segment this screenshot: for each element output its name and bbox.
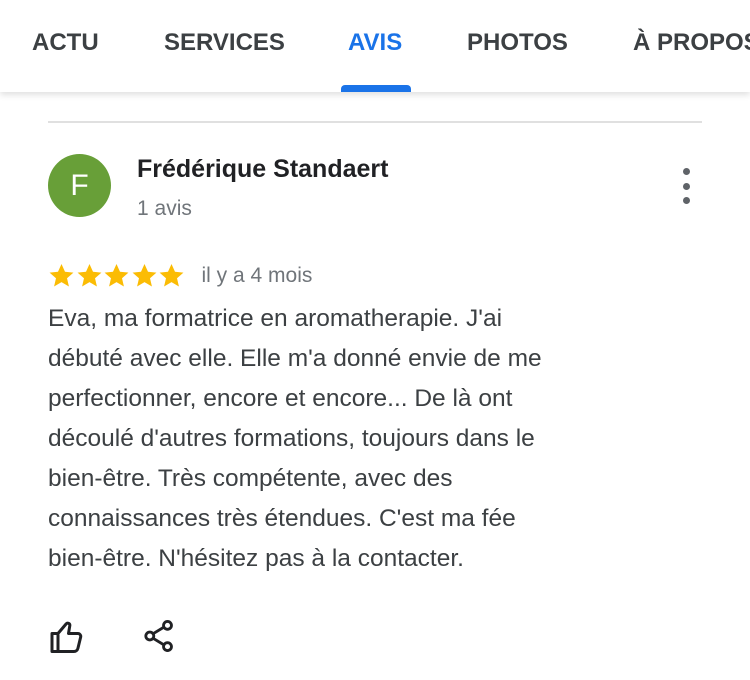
tab-avis[interactable]: AVIS — [348, 29, 402, 57]
star-icon — [132, 264, 156, 287]
tab-actu[interactable]: ACTU — [32, 29, 99, 57]
review-text-line: perfectionner, encore et encore... De là… — [48, 385, 513, 412]
review-text-line: bien-être. Très compétente, avec des — [48, 465, 453, 492]
star-icon — [104, 264, 129, 287]
star-icon — [49, 264, 74, 287]
tab-bar: ACTU SERVICES AVIS PHOTOS À PROPOS — [0, 0, 750, 92]
tab-photos[interactable]: PHOTOS — [467, 29, 568, 57]
more-vert-icon-dot — [682, 182, 690, 190]
page: ACTU SERVICES AVIS PHOTOS À PROPOS F Fré… — [0, 0, 750, 680]
review-text-line: découlé d'autres formations, toujours da… — [48, 425, 535, 452]
review-text-line: bien-être. N'hésitez pas à la contacter. — [48, 545, 464, 572]
author-review-count: 1 avis — [137, 197, 192, 220]
star-icon — [159, 264, 184, 287]
review-date: il y a 4 mois — [201, 263, 313, 287]
share-icon — [144, 619, 173, 653]
more-vert-icon — [682, 168, 690, 175]
review-text-line: connaissances très étendues. C'est ma fé… — [48, 505, 516, 532]
review-text-line: débuté avec elle. Elle m'a donné envie d… — [48, 345, 542, 372]
active-tab-indicator — [341, 85, 411, 92]
tab-a-propos[interactable]: À PROPOS — [633, 29, 750, 57]
thumb-up-icon — [50, 621, 83, 653]
rating-row: il y a 4 mois — [48, 262, 312, 289]
review-text-line: Eva, ma formatrice en aromatherapie. J'a… — [48, 305, 503, 332]
tab-services[interactable]: SERVICES — [164, 29, 285, 57]
divider — [48, 121, 702, 123]
more-vert-icon-dot — [682, 197, 690, 204]
more-options-button[interactable] — [672, 168, 700, 204]
review-text: Eva, ma formatrice en aromatherapie. J'a… — [48, 299, 688, 579]
review-author[interactable]: Frédérique Standaert — [137, 155, 388, 184]
share-button[interactable] — [142, 619, 176, 653]
avatar[interactable]: F — [48, 154, 111, 217]
star-icon — [77, 264, 101, 287]
star-rating — [48, 262, 186, 289]
avatar-letter: F — [70, 168, 89, 202]
like-button[interactable] — [49, 620, 85, 656]
